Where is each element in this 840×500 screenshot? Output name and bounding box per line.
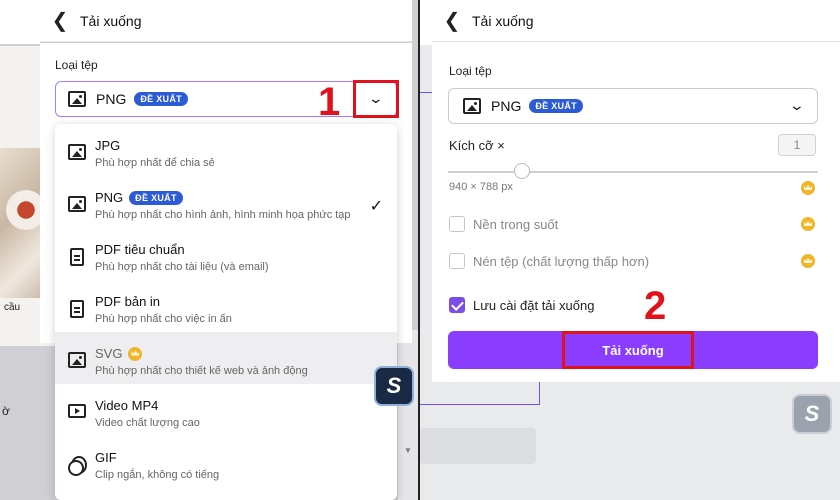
transparent-bg-checkbox[interactable] — [449, 216, 465, 232]
crown-icon — [801, 217, 815, 231]
option-png[interactable]: PNG ĐỀ XUẤT Phù hợp nhất cho hình ảnh, hì… — [55, 176, 397, 228]
app-logo-icon[interactable]: S — [792, 394, 832, 434]
save-settings-label: Lưu cài đặt tải xuống — [473, 298, 595, 313]
option-desc: Phù hợp nhất cho thiết kế web và ảnh độn… — [95, 365, 308, 377]
dimensions-text: 940 × 788 px — [449, 181, 513, 193]
option-svg[interactable]: SVG Phù hợp nhất cho thiết kế web và ảnh… — [55, 332, 397, 384]
back-icon[interactable]: ❮ — [40, 8, 80, 33]
crown-icon — [128, 346, 143, 361]
chevron-down-icon[interactable]: ⌄ — [789, 97, 805, 114]
compress-label: Nén tệp (chất lượng thấp hơn) — [473, 254, 650, 269]
gif-icon — [68, 456, 87, 476]
option-name: PDF bản in — [95, 294, 161, 309]
transparent-bg-label: Nền trong suốt — [473, 217, 559, 232]
option-desc: Phù hợp nhất để chia sẻ — [95, 157, 215, 169]
selected-type: PNG — [96, 91, 127, 107]
video-icon — [68, 404, 86, 418]
file-type-dropdown: JPG Phù hợp nhất để chia sẻ PNG ĐỀ XUẤT P… — [55, 124, 397, 500]
document-icon — [70, 248, 84, 266]
size-input[interactable]: 1 — [778, 134, 816, 156]
option-jpg[interactable]: JPG Phù hợp nhất để chia sẻ — [55, 124, 397, 176]
checkmark-icon: ✓ — [369, 198, 383, 215]
save-settings-checkbox[interactable] — [449, 297, 465, 313]
step-number-1: 1 — [318, 80, 341, 124]
background-canvas — [420, 0, 432, 45]
option-name: Video MP4 — [95, 398, 159, 413]
size-slider-track[interactable] — [448, 171, 818, 173]
download-header: ❮ Tải xuống — [432, 0, 840, 42]
option-mp4[interactable]: Video MP4 Video chất lượng cao — [55, 384, 397, 436]
recommended-badge: ĐỀ XUẤT — [529, 99, 583, 113]
background-canvas — [0, 0, 40, 44]
crown-icon — [801, 254, 815, 268]
option-desc: Video chất lượng cao — [95, 417, 200, 429]
scroll-down-icon[interactable]: ▼ — [404, 446, 412, 455]
recommended-badge: ĐỀ XUẤT — [134, 92, 188, 106]
image-icon — [68, 196, 86, 212]
canvas-text: ờ — [2, 404, 10, 418]
image-icon — [68, 144, 86, 160]
download-header: ❮ Tải xuống — [40, 0, 412, 42]
image-icon — [463, 98, 481, 114]
image-icon — [68, 91, 86, 107]
crown-icon — [801, 181, 815, 195]
size-label: Kích cỡ × — [449, 138, 505, 153]
annotation-box-1 — [353, 80, 399, 118]
image-icon — [68, 352, 86, 368]
recommended-badge: ĐỀ XUẤT — [129, 190, 183, 205]
left-panel: cầu ờ ▼ ❮ Tải xuống Loại tệp PNG ĐỀ XUẤT… — [0, 0, 418, 500]
option-desc: Phù hợp nhất cho hình ảnh, hình minh họa… — [95, 209, 351, 221]
option-desc: Phù hợp nhất cho tài liệu (và email) — [95, 261, 269, 273]
option-pdf-standard[interactable]: PDF tiêu chuẩn Phù hợp nhất cho tài liệu… — [55, 228, 397, 280]
back-icon[interactable]: ❮ — [432, 8, 472, 33]
option-name: PNG — [95, 190, 124, 205]
step-number-2: 2 — [644, 284, 667, 328]
option-name: SVG — [95, 346, 123, 361]
option-pdf-print[interactable]: PDF bản in Phù hợp nhất cho việc in ấn — [55, 280, 397, 332]
selected-type: PNG — [491, 98, 522, 114]
canvas-text: cầu — [4, 302, 21, 313]
header-title: Tải xuống — [472, 12, 534, 29]
app-logo-icon[interactable]: S — [374, 366, 414, 406]
option-name: GIF — [95, 450, 117, 465]
document-icon — [70, 300, 84, 318]
option-gif[interactable]: GIF Clip ngắn, không có tiếng — [55, 436, 397, 488]
option-desc: Clip ngắn, không có tiếng — [95, 469, 220, 481]
background-block — [420, 428, 536, 464]
file-type-select[interactable]: PNG ĐỀ XUẤT ⌄ — [55, 81, 397, 117]
file-type-select[interactable]: PNG ĐỀ XUẤT ⌄ — [448, 88, 818, 124]
file-type-label: Loại tệp — [55, 58, 98, 72]
option-name: JPG — [95, 138, 121, 153]
option-name: PDF tiêu chuẩn — [95, 242, 185, 257]
option-desc: Phù hợp nhất cho việc in ấn — [95, 313, 232, 325]
size-slider-thumb[interactable] — [514, 163, 530, 179]
compress-checkbox[interactable] — [449, 253, 465, 269]
scroll-area — [398, 330, 418, 500]
header-title: Tải xuống — [80, 12, 142, 29]
annotation-box-2 — [562, 331, 694, 369]
right-panel: ❮ Tải xuống Loại tệp PNG ĐỀ XUẤT ⌄ Kích … — [420, 0, 840, 500]
file-type-label: Loại tệp — [449, 64, 492, 78]
